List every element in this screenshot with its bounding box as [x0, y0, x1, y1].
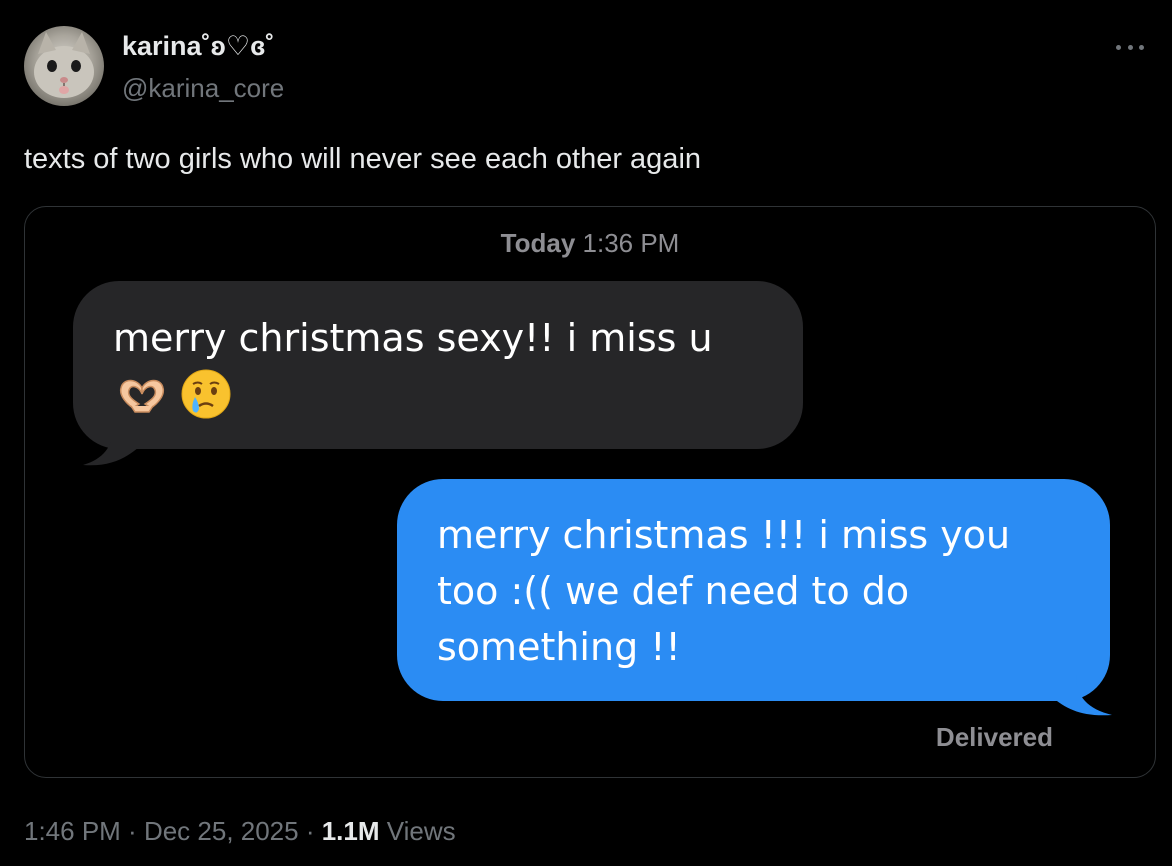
tweet-text: texts of two girls who will never see ea… [24, 143, 702, 175]
meta-separator: · [120, 816, 144, 846]
received-message-bubble: merry christmas sexy!! i miss u [73, 281, 803, 466]
sent-message-text: merry christmas !!! i miss you too :(( w… [437, 513, 1011, 669]
meta-separator: · [298, 816, 322, 846]
user-info: karina˚ʚ♡ɞ˚ @karina_core [122, 30, 284, 104]
tweet-header: karina˚ʚ♡ɞ˚ @karina_core [24, 26, 1148, 106]
heart-hands-emoji [119, 379, 165, 413]
tweet-meta: 1:46 PM · Dec 25, 2025 · 1.1M Views [24, 814, 456, 848]
emoji-row [113, 367, 763, 421]
dot [1127, 44, 1133, 50]
views-count: 1.1M [321, 816, 380, 846]
timestamp-day: Today [500, 228, 576, 258]
views-label: Views [386, 816, 456, 846]
dot [1116, 44, 1121, 50]
bubble-tail [83, 427, 139, 466]
sent-message-bubble: merry christmas !!! i miss you too :(( w… [397, 479, 1112, 716]
timestamp-time: 1:36 PM [582, 228, 680, 258]
user-handle[interactable]: @karina_core [122, 72, 284, 104]
delivery-status: Delivered [935, 722, 1053, 752]
avatar[interactable] [24, 26, 104, 106]
received-message-text: merry christmas sexy!! i miss u [113, 316, 713, 360]
tweet-time[interactable]: 1:46 PM [24, 816, 121, 846]
display-name[interactable]: karina˚ʚ♡ɞ˚ [122, 30, 284, 62]
message-timestamp: Today 1:36 PM [25, 227, 1155, 259]
cat-avatar-icon [34, 32, 94, 98]
tweet-media-image[interactable]: Today 1:36 PM merry christmas sexy!! i m… [24, 206, 1156, 778]
bubble-tail [1052, 675, 1112, 716]
dot [1139, 44, 1144, 50]
ellipsis-icon[interactable] [1112, 36, 1148, 58]
face-holding-back-tears-emoji [181, 369, 231, 419]
tweet-date[interactable]: Dec 25, 2025 [144, 816, 299, 846]
